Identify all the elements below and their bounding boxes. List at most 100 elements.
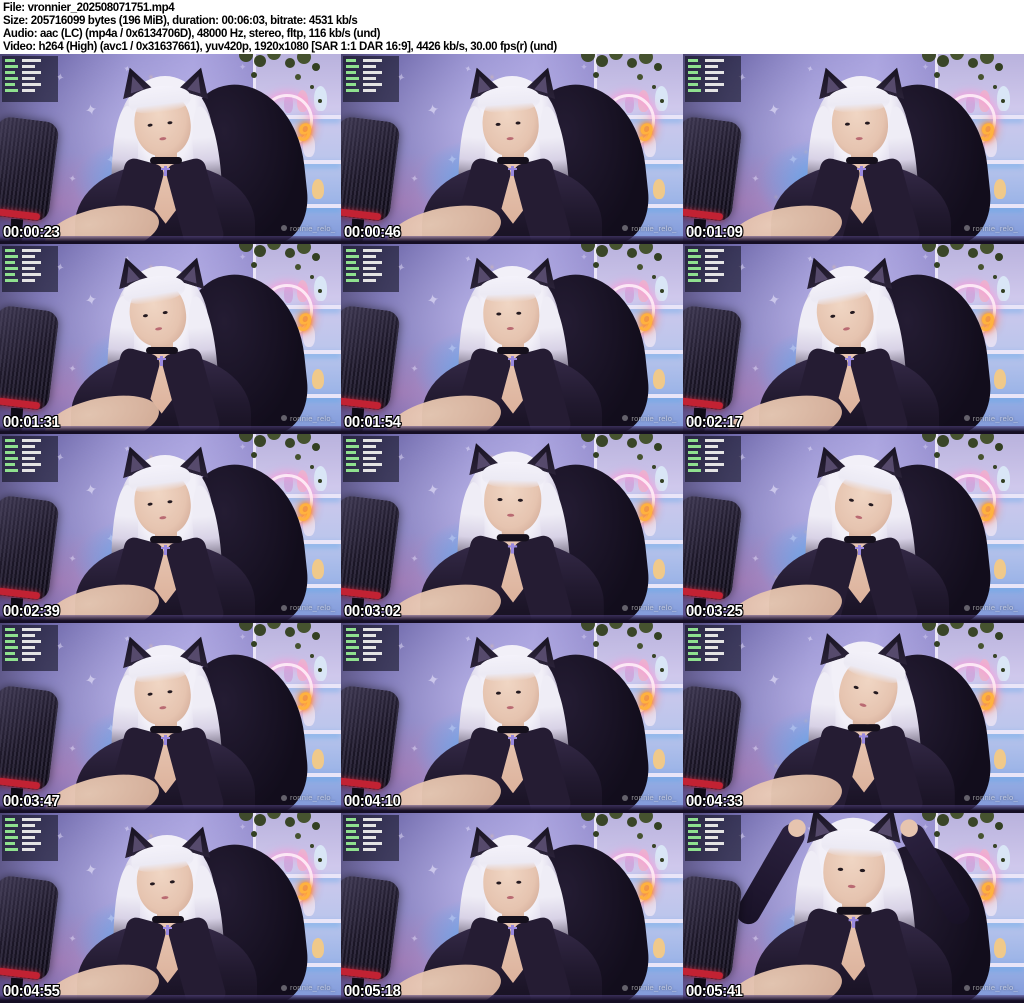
timestamp-overlay: 00:03:25 — [685, 603, 743, 621]
video-thumbnail: 9 — [341, 54, 683, 244]
choker — [496, 916, 529, 923]
figurine — [314, 845, 328, 871]
timestamp-overlay: 00:04:10 — [344, 793, 401, 811]
choker — [496, 534, 530, 542]
eye-left — [853, 685, 860, 690]
username-watermark: ronnie_relo_ — [963, 414, 1018, 423]
thumbnail-grid: 9 — [0, 54, 1024, 1003]
eye-left — [837, 867, 844, 872]
microphone-body — [682, 304, 743, 412]
figurine — [652, 369, 665, 390]
microphone-body — [682, 494, 743, 602]
mouth — [507, 513, 515, 518]
timestamp-overlay: 00:02:17 — [685, 413, 743, 431]
eye-left — [147, 502, 153, 507]
timestamp-overlay: 00:03:47 — [3, 793, 60, 811]
hair-fringe — [478, 843, 542, 873]
eye-right — [162, 310, 168, 315]
mouth — [160, 895, 169, 900]
eye-left — [845, 122, 851, 126]
choker — [149, 156, 182, 164]
choker — [151, 916, 184, 923]
microphone-body — [341, 304, 402, 412]
microphone-body — [341, 874, 402, 982]
cross-pendant — [507, 543, 518, 554]
figurine — [652, 179, 665, 200]
choker — [834, 346, 867, 354]
video-thumbnail: 9 — [0, 623, 342, 814]
timestamp-overlay: 00:01:09 — [685, 223, 743, 241]
watermark-text: ronnie_relo_ — [290, 603, 336, 613]
username-watermark: ronnie_relo_ — [622, 224, 676, 233]
watermark-text: ronnie_relo_ — [631, 603, 677, 613]
username-watermark: ronnie_relo_ — [281, 224, 335, 233]
eye-left — [147, 692, 153, 697]
watermark-logo — [622, 984, 629, 991]
watermark-logo — [281, 794, 288, 801]
video-info-line: Video: h264 (High) (avc1 / 0x31637661), … — [3, 39, 557, 53]
username-watermark: ronnie_relo_ — [281, 983, 335, 992]
figurine — [996, 465, 1010, 491]
stream-stats-overlay — [684, 815, 741, 862]
eye-left — [830, 313, 836, 318]
video-thumbnail: 9 — [682, 54, 1024, 244]
figurine — [996, 845, 1010, 871]
figurine — [994, 938, 1007, 959]
choker — [836, 906, 873, 915]
eye-right — [859, 868, 866, 873]
mouth — [158, 705, 167, 710]
watermark-text: ronnie_relo_ — [631, 413, 677, 423]
stream-stats-overlay — [343, 245, 400, 292]
choker — [496, 726, 529, 734]
stream-stats-overlay — [343, 815, 400, 862]
watermark-logo — [622, 225, 629, 232]
cross-pendant — [507, 165, 517, 176]
username-watermark: ronnie_relo_ — [622, 983, 676, 992]
watermark-text: ronnie_relo_ — [631, 793, 677, 803]
video-thumbnail: 9 — [682, 433, 1024, 624]
eye-right — [865, 121, 871, 125]
cross-pendant — [507, 355, 517, 366]
watermark-text: ronnie_relo_ — [972, 983, 1018, 992]
username-watermark: ronnie_relo_ — [622, 603, 676, 612]
stream-stats-overlay — [2, 435, 58, 482]
watermark-text: ronnie_relo_ — [631, 223, 677, 233]
figurine — [652, 938, 665, 959]
watermark-logo — [281, 225, 288, 232]
eye-right — [516, 880, 522, 884]
figurine — [994, 558, 1007, 579]
stream-stats-overlay — [2, 815, 58, 862]
watermark-text: ronnie_relo_ — [631, 983, 677, 992]
microphone-body — [0, 304, 60, 412]
video-thumbnail: 9 — [0, 54, 342, 244]
figurine — [655, 845, 669, 871]
choker — [848, 724, 881, 732]
file-info-header: File: vronnier_202508071751.mp4 Size: 20… — [0, 0, 1024, 54]
cross-pendant — [162, 925, 172, 935]
timestamp-overlay: 00:05:41 — [685, 983, 743, 1000]
video-thumbnail: 9 — [341, 243, 683, 434]
watermark-logo — [622, 794, 629, 801]
watermark-logo — [622, 604, 629, 611]
choker — [145, 346, 178, 354]
watermark-logo — [963, 984, 970, 991]
figurine — [655, 655, 669, 681]
watermark-logo — [281, 984, 288, 991]
cross-pendant — [507, 925, 517, 935]
eye-right — [166, 690, 173, 694]
stream-stats-overlay — [684, 435, 741, 482]
cross-pendant — [857, 165, 867, 176]
mouth — [848, 884, 856, 889]
stream-stats-overlay — [684, 56, 741, 102]
eye-right — [517, 499, 523, 503]
stream-stats-overlay — [684, 625, 741, 672]
figurine — [655, 465, 669, 491]
watermark-logo — [963, 415, 970, 422]
watermark-logo — [963, 604, 970, 611]
video-thumbnail: 9 — [0, 813, 342, 1003]
choker — [496, 346, 529, 354]
username-watermark: ronnie_relo_ — [281, 603, 335, 612]
username-watermark: ronnie_relo_ — [281, 414, 335, 423]
microphone-body — [0, 684, 60, 792]
face — [478, 843, 542, 916]
